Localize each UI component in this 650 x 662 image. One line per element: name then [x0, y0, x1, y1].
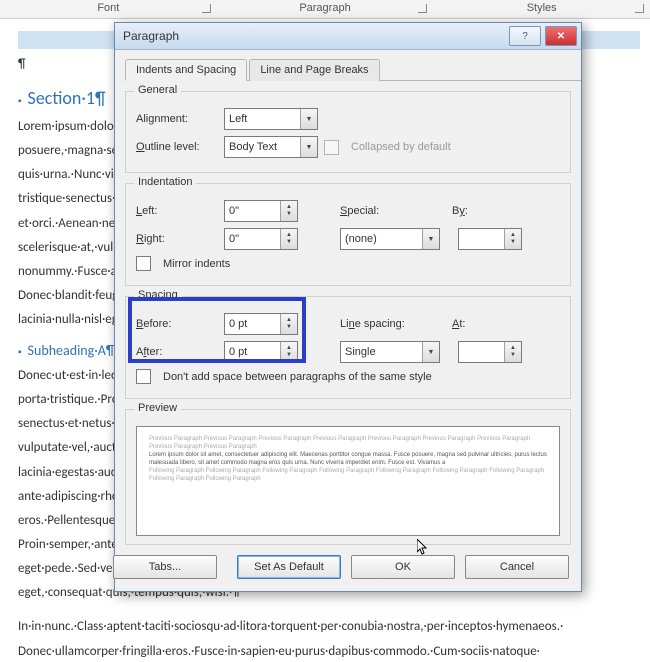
- mirror-indents-checkbox[interactable]: [136, 256, 151, 271]
- spinner-buttons-icon[interactable]: ▲▼: [280, 314, 297, 334]
- before-label: Before:: [136, 318, 218, 330]
- body-text: In·in·nunc.·Class·aptent·taciti·sociosqu…: [18, 617, 640, 637]
- no-space-label: Don't add space between paragraphs of th…: [163, 371, 432, 383]
- no-space-checkbox[interactable]: [136, 369, 151, 384]
- spinner-buttons-icon[interactable]: ▲▼: [280, 229, 297, 249]
- dialog-title: Paragraph: [123, 29, 505, 43]
- linespacing-combo[interactable]: Single ▼: [340, 341, 440, 363]
- collapsed-label: Collapsed by default: [351, 141, 451, 153]
- chevron-down-icon: ▼: [422, 342, 439, 362]
- set-as-default-button[interactable]: Set As Default: [237, 555, 341, 579]
- alignment-label: Alignment:: [136, 113, 218, 125]
- indent-left-label: Left:: [136, 205, 218, 217]
- close-button[interactable]: ✕: [545, 26, 577, 46]
- chevron-down-icon: ▼: [300, 137, 317, 157]
- collapsed-checkbox: [324, 140, 339, 155]
- chevron-down-icon: ▼: [300, 109, 317, 129]
- alignment-combo[interactable]: Left ▼: [224, 108, 318, 130]
- tab-line-page-breaks[interactable]: Line and Page Breaks: [249, 59, 379, 81]
- indent-right-label: Right:: [136, 233, 218, 245]
- at-label: At:: [452, 318, 482, 330]
- tab-indents-spacing[interactable]: Indents and Spacing: [125, 59, 247, 81]
- outline-combo[interactable]: Body Text ▼: [224, 136, 318, 158]
- section-indentation: Indentation Left: 0" ▲▼ Special: By: Rig…: [125, 183, 571, 286]
- spinner-buttons-icon[interactable]: ▲▼: [280, 201, 297, 221]
- cancel-button[interactable]: Cancel: [465, 555, 569, 579]
- by-label: By:: [452, 205, 482, 217]
- after-label: After:: [136, 346, 218, 358]
- mirror-indents-label: Mirror indents: [163, 258, 230, 270]
- special-combo[interactable]: (none) ▼: [340, 228, 440, 250]
- section-title-indentation: Indentation: [134, 176, 196, 188]
- body-text: Donec·ullamcorper·fringilla·eros.·Fusce·…: [18, 642, 640, 662]
- before-spinner[interactable]: 0 pt ▲▼: [224, 313, 298, 335]
- linespacing-label: Line spacing:: [340, 318, 420, 330]
- section-title-preview: Preview: [134, 402, 181, 414]
- at-spinner[interactable]: ▲▼: [458, 341, 522, 363]
- indent-left-spinner[interactable]: 0" ▲▼: [224, 200, 298, 222]
- spinner-buttons-icon[interactable]: ▲▼: [280, 342, 297, 362]
- ribbon-group-paragraph[interactable]: Paragraph: [217, 0, 434, 18]
- outline-label: Outline level:: [136, 141, 218, 153]
- ribbon-group-font[interactable]: Font: [0, 0, 217, 18]
- chevron-down-icon: ▼: [422, 229, 439, 249]
- spinner-buttons-icon[interactable]: ▲▼: [504, 229, 521, 249]
- tab-strip: Indents and Spacing Line and Page Breaks: [125, 58, 581, 81]
- ok-button[interactable]: OK: [351, 555, 455, 579]
- title-bar[interactable]: Paragraph ? ✕: [115, 23, 581, 50]
- indent-right-spinner[interactable]: 0" ▲▼: [224, 228, 298, 250]
- section-general: General Alignment: Left ▼ Outline level:…: [125, 91, 571, 173]
- ribbon: Font Paragraph Styles: [0, 0, 650, 19]
- section-title-general: General: [134, 84, 181, 96]
- section-preview: Preview Previous Paragraph Previous Para…: [125, 409, 571, 545]
- section-title-spacing: Spacing: [134, 289, 182, 301]
- spinner-buttons-icon[interactable]: ▲▼: [504, 342, 521, 362]
- preview-box: Previous Paragraph Previous Paragraph Pr…: [136, 426, 560, 536]
- by-spinner[interactable]: ▲▼: [458, 228, 522, 250]
- paragraph-dialog: Paragraph ? ✕ Indents and Spacing Line a…: [114, 22, 582, 592]
- section-spacing: Spacing Before: 0 pt ▲▼ Line spacing: At…: [125, 296, 571, 399]
- tabs-button[interactable]: Tabs...: [113, 555, 217, 579]
- dialog-buttons: Tabs... Set As Default OK Cancel: [115, 545, 581, 591]
- special-label: Special:: [340, 205, 400, 217]
- ribbon-group-styles[interactable]: Styles: [433, 0, 650, 18]
- after-spinner[interactable]: 0 pt ▲▼: [224, 341, 298, 363]
- help-button[interactable]: ?: [509, 26, 541, 46]
